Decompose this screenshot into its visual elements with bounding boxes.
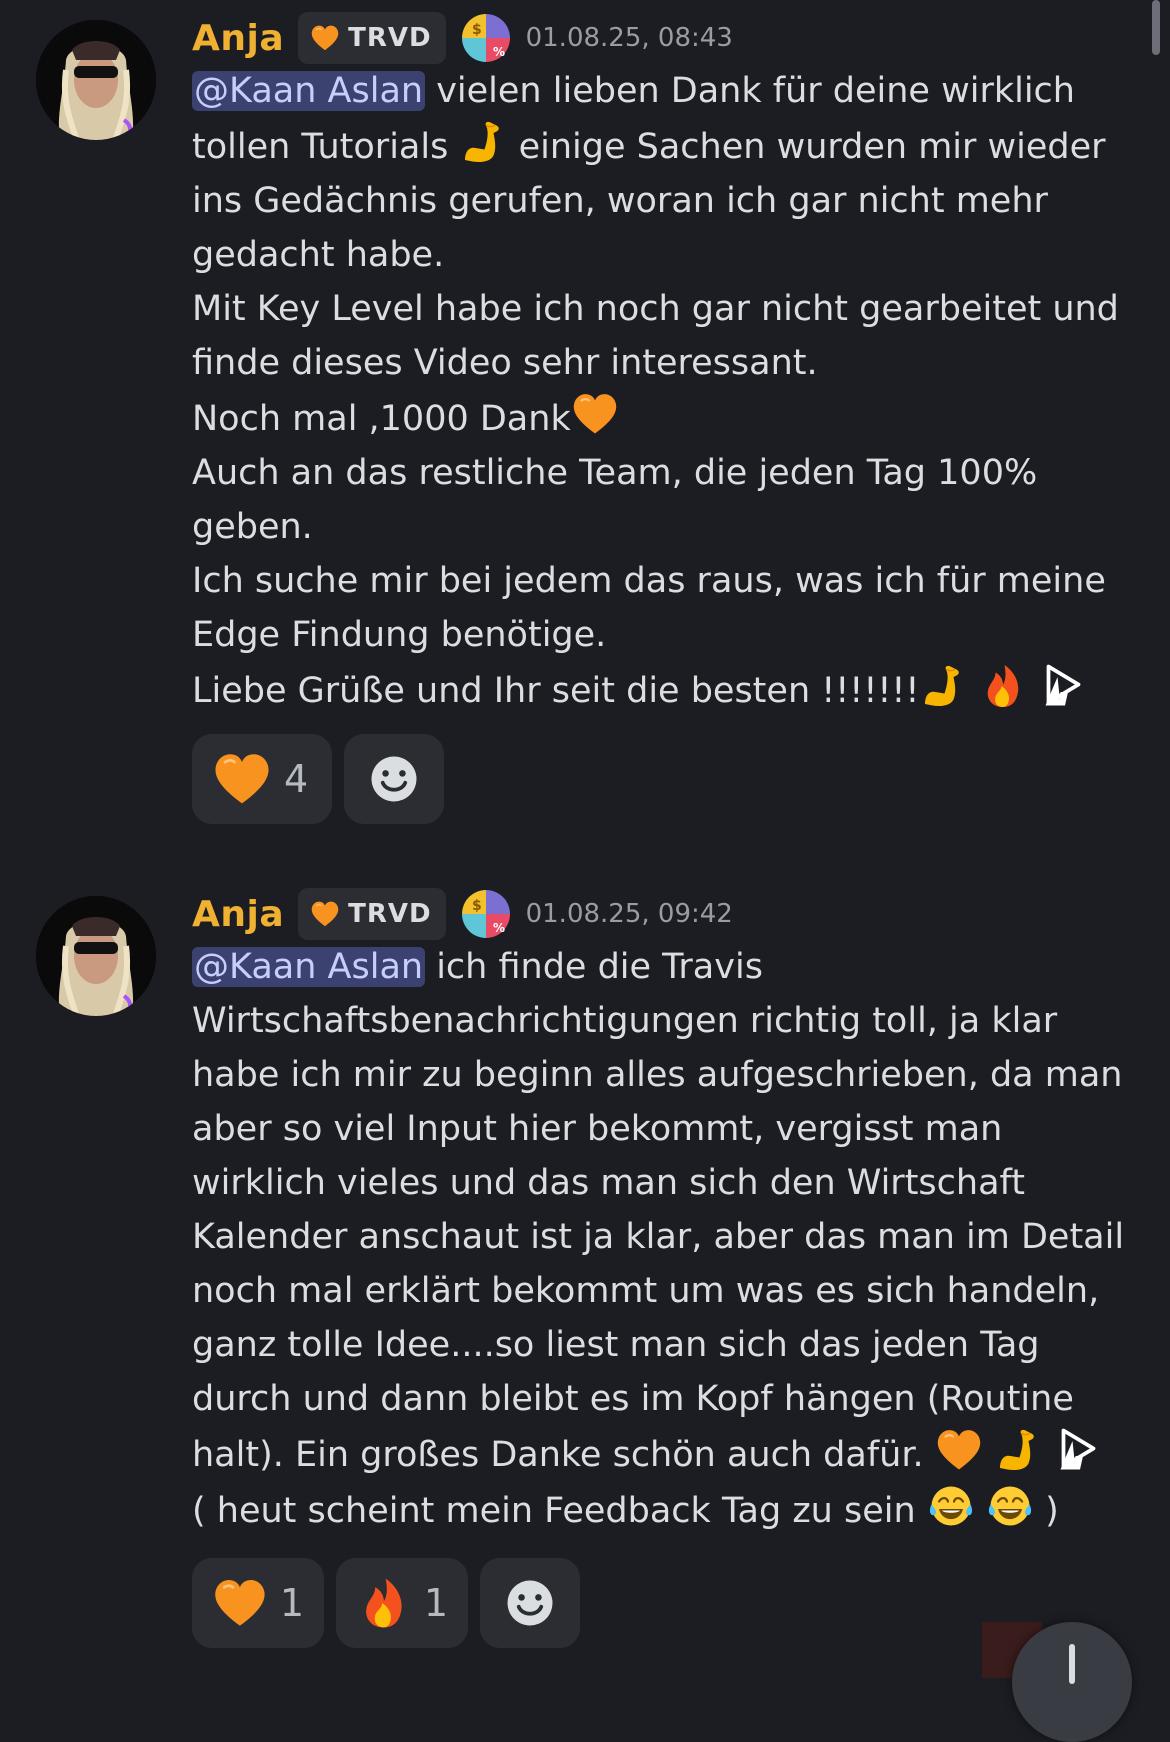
message-content: @Kaan Aslan ich finde die Travis Wirtsch… (192, 940, 1142, 1538)
message-line: wirklich vieles und das man sich den Wir… (192, 1163, 1025, 1203)
text-fragment: Liebe Grüße und Ihr seit die besten !!!!… (192, 671, 920, 711)
message-line: ins Gedächnis gerufen, woran ich gar nic… (192, 181, 1048, 221)
flexed-biceps-icon (919, 662, 967, 710)
reaction-fire[interactable]: 1 (336, 1558, 468, 1648)
user-mention[interactable]: @Kaan Aslan (192, 947, 426, 987)
username[interactable]: Anja (192, 18, 284, 59)
message-line: durch und dann bleibt es im Kopf hängen … (192, 1379, 1074, 1419)
message-line: habe ich mir zu beginn alles aufgeschrie… (192, 1055, 1123, 1095)
flexed-biceps-icon (994, 1426, 1042, 1474)
avatar-photo (36, 20, 156, 140)
avatar[interactable] (36, 20, 156, 140)
orange-heart-icon (308, 899, 342, 929)
flexed-biceps-icon (459, 118, 507, 166)
scrollbar[interactable] (1152, 0, 1160, 55)
server-tag[interactable]: TRVD (298, 12, 446, 64)
orange-heart-icon (935, 1426, 983, 1474)
text-fragment: ) (1033, 1491, 1059, 1531)
user-mention[interactable]: @Kaan Aslan (192, 71, 426, 111)
custom-play-emote-icon (1038, 662, 1086, 710)
add-reaction-button[interactable] (480, 1558, 580, 1648)
reaction-count: 1 (423, 1581, 448, 1625)
reaction-count: 4 (284, 757, 309, 801)
message-line: gedacht habe. (192, 235, 445, 275)
message-line: finde dieses Video sehr interessant. (192, 343, 818, 383)
message-line: halt). Ein großes Danke schön auch dafür… (192, 1426, 1142, 1482)
timestamp: 01.08.25, 09:42 (525, 899, 733, 929)
smiley-add-reaction-icon (500, 1573, 560, 1633)
reaction-orange-heart[interactable]: 4 (192, 734, 332, 824)
message-line: Liebe Grüße und Ihr seit die besten !!!!… (192, 662, 1142, 718)
message-line: @Kaan Aslan ich finde die Travis (192, 940, 1142, 994)
reactions-bar: 4 (192, 734, 444, 824)
message-header: Anja TRVD 01.08.25, 09:42 (192, 888, 733, 940)
server-tag[interactable]: TRVD (298, 888, 446, 940)
message-line: Wirtschaftsbenachrichtigungen richtig to… (192, 1001, 1058, 1041)
message-line: aber so viel Input hier bekommt, vergiss… (192, 1109, 1003, 1149)
text-fragment: einige Sachen wurden mir wieder (507, 127, 1106, 167)
reactions-bar: 1 1 (192, 1558, 580, 1648)
tears-of-joy-icon (986, 1482, 1034, 1530)
reaction-count: 1 (279, 1581, 304, 1625)
message-line: Ich suche mir bei jedem das raus, was ic… (192, 561, 1106, 601)
role-coin-icon[interactable] (460, 12, 512, 64)
orange-heart-icon (308, 23, 342, 53)
add-reaction-button[interactable] (344, 734, 444, 824)
text-fragment: ich finde die Travis (425, 947, 763, 987)
reaction-orange-heart[interactable]: 1 (192, 1558, 324, 1648)
text-fragment: halt). Ein großes Danke schön auch dafür… (192, 1435, 935, 1475)
message-line: ganz tolle Idee....so liest man sich das… (192, 1325, 1040, 1365)
message-line: tollen Tutorials einige Sachen wurden mi… (192, 118, 1142, 174)
avatar-photo (36, 896, 156, 1016)
orange-heart-icon (571, 390, 619, 438)
message-line: Noch mal ,1000 Dank (192, 390, 1142, 446)
message-line: Auch an das restliche Team, die jeden Ta… (192, 453, 1038, 493)
custom-play-emote-icon (1053, 1426, 1101, 1474)
message-content: @Kaan Aslan vielen lieben Dank für deine… (192, 64, 1142, 718)
fire-icon (356, 1573, 412, 1633)
fire-icon (979, 662, 1027, 710)
avatar[interactable] (36, 896, 156, 1016)
message-header: Anja TRVD 01.08.25, 08:43 (192, 12, 733, 64)
message-line: ( heut scheint mein Feedback Tag zu sein… (192, 1482, 1142, 1538)
username[interactable]: Anja (192, 894, 284, 935)
message-line: Kalender anschaut ist ja klar, aber das … (192, 1217, 1125, 1257)
server-tag-label: TRVD (348, 23, 432, 53)
tears-of-joy-icon (927, 1482, 975, 1530)
jump-down-arrow-icon (1069, 1644, 1075, 1684)
orange-heart-icon (212, 749, 272, 809)
jump-to-bottom-button[interactable] (1012, 1622, 1132, 1742)
text-fragment: Noch mal ,1000 Dank (192, 399, 571, 439)
message-line: noch mal erklärt bekommt um was es sich … (192, 1271, 1100, 1311)
message-line: Mit Key Level habe ich noch gar nicht ge… (192, 289, 1119, 329)
text-fragment: ( heut scheint mein Feedback Tag zu sein (192, 1491, 927, 1531)
role-coin-icon[interactable] (460, 888, 512, 940)
message-line: geben. (192, 507, 313, 547)
text-fragment: vielen lieben Dank für deine wirklich (425, 71, 1075, 111)
orange-heart-icon (212, 1573, 268, 1633)
timestamp: 01.08.25, 08:43 (525, 23, 733, 53)
message-line: @Kaan Aslan vielen lieben Dank für deine… (192, 64, 1142, 118)
text-fragment: tollen Tutorials (192, 127, 460, 167)
server-tag-label: TRVD (348, 899, 432, 929)
smiley-add-reaction-icon (364, 749, 424, 809)
message-line: Edge Findung benötige. (192, 615, 607, 655)
